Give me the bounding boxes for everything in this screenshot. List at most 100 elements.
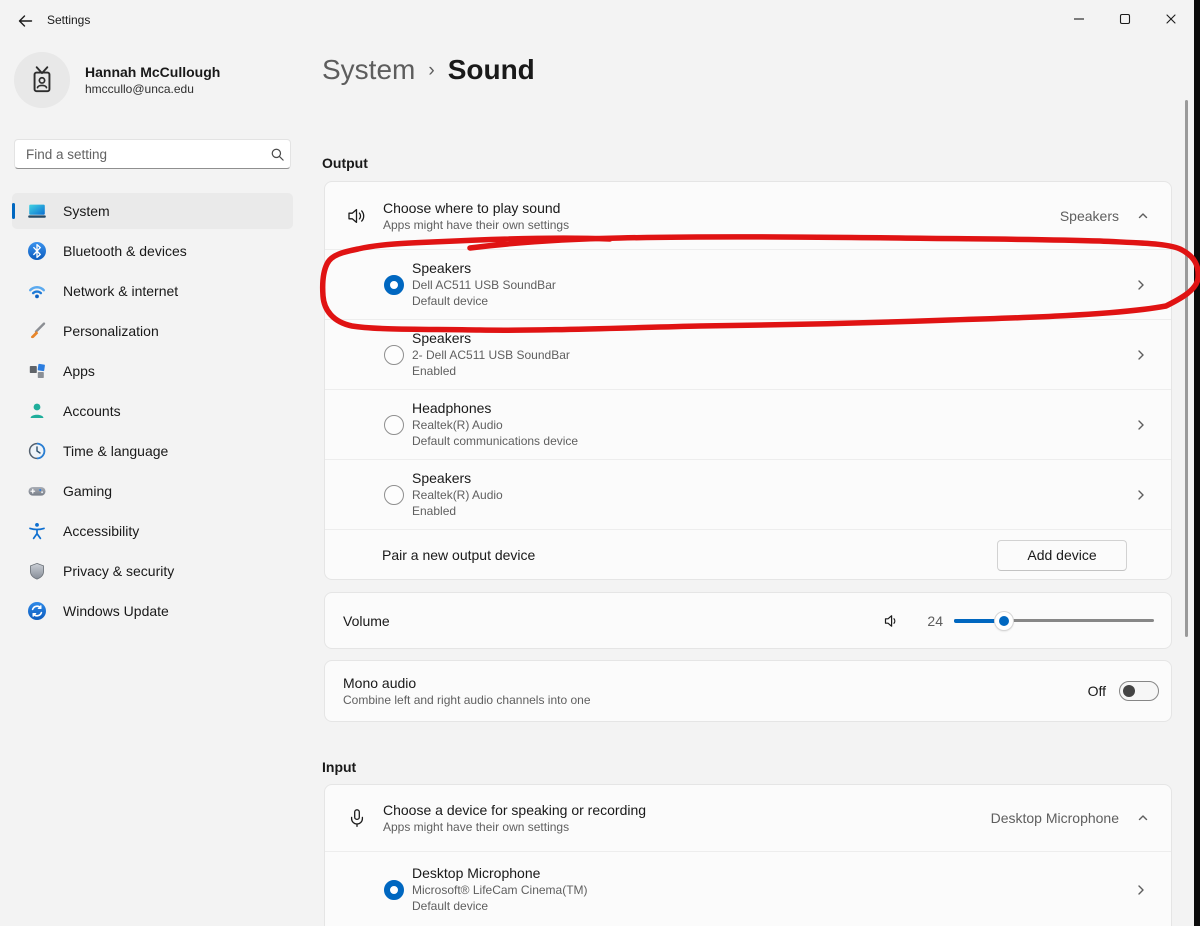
- output-device-row-speakers-realtek[interactable]: Speakers Realtek(R) Audio Enabled: [325, 459, 1171, 529]
- chevron-right-icon: [1133, 882, 1149, 898]
- device-text: Speakers Realtek(R) Audio Enabled: [412, 470, 1133, 519]
- sidebar-item-time-language[interactable]: Time & language: [12, 433, 293, 469]
- device-name: Speakers: [412, 260, 1133, 277]
- device-status: Enabled: [412, 363, 1133, 379]
- back-button[interactable]: [10, 7, 40, 35]
- chevron-up-icon[interactable]: [1135, 208, 1151, 224]
- sidebar-item-label: Personalization: [63, 323, 159, 339]
- user-name: Hannah McCullough: [85, 63, 220, 81]
- radio-unselected[interactable]: [384, 415, 404, 435]
- breadcrumb-system[interactable]: System: [322, 54, 415, 86]
- volume-speaker-icon[interactable]: [883, 612, 901, 630]
- close-button[interactable]: [1148, 0, 1194, 38]
- input-chooser-text: Choose a device for speaking or recordin…: [383, 801, 991, 835]
- settings-window: Settings Hannah: [0, 0, 1200, 926]
- radio-unselected[interactable]: [384, 485, 404, 505]
- sidebar-item-privacy-security[interactable]: Privacy & security: [12, 553, 293, 589]
- volume-slider[interactable]: [954, 612, 1154, 630]
- sidebar-item-label: Windows Update: [63, 603, 169, 619]
- mono-audio-toggle[interactable]: [1119, 681, 1159, 701]
- device-text: Speakers Dell AC511 USB SoundBar Default…: [412, 260, 1133, 309]
- titlebar: Settings: [0, 0, 1200, 42]
- device-detail: 2- Dell AC511 USB SoundBar: [412, 347, 1133, 363]
- device-name: Headphones: [412, 400, 1133, 417]
- close-icon: [1163, 11, 1179, 27]
- chevron-up-icon[interactable]: [1135, 810, 1151, 826]
- window-title: Settings: [47, 13, 90, 27]
- input-chooser-row[interactable]: Choose a device for speaking or recordin…: [325, 785, 1171, 851]
- device-text: Speakers 2- Dell AC511 USB SoundBar Enab…: [412, 330, 1133, 379]
- device-name: Speakers: [412, 470, 1133, 487]
- system-icon: [27, 201, 47, 221]
- device-status: Default device: [412, 898, 1133, 914]
- sidebar-item-accounts[interactable]: Accounts: [12, 393, 293, 429]
- volume-value: 24: [919, 613, 943, 629]
- output-section-label: Output: [322, 155, 368, 171]
- shield-icon: [27, 561, 47, 581]
- avatar: [14, 52, 70, 108]
- sidebar-item-apps[interactable]: Apps: [12, 353, 293, 389]
- chevron-right-icon: [1133, 277, 1149, 293]
- page-title: Sound: [448, 54, 535, 86]
- input-section-label: Input: [322, 759, 356, 775]
- sidebar-item-label: Network & internet: [63, 283, 178, 299]
- search-input[interactable]: [15, 147, 264, 162]
- bluetooth-icon: [27, 241, 47, 261]
- user-profile[interactable]: Hannah McCullough hmccullo@unca.edu: [14, 52, 220, 108]
- sidebar-nav: System Bluetooth & devices Network & int…: [12, 193, 293, 633]
- gamepad-icon: [27, 481, 47, 501]
- accessibility-icon: [27, 521, 47, 541]
- input-device-row-desktop-microphone[interactable]: Desktop Microphone Microsoft® LifeCam Ci…: [325, 851, 1171, 926]
- device-name: Desktop Microphone: [412, 865, 1133, 882]
- output-chooser-text: Choose where to play sound Apps might ha…: [383, 199, 1060, 233]
- breadcrumb: System › Sound: [322, 54, 535, 86]
- sidebar-item-personalization[interactable]: Personalization: [12, 313, 293, 349]
- breadcrumb-separator-icon: ›: [428, 60, 434, 82]
- device-status: Enabled: [412, 503, 1133, 519]
- main-content: System › Sound Output Choose where to pl…: [322, 42, 1178, 926]
- clock-icon: [27, 441, 47, 461]
- vertical-scrollbar[interactable]: [1185, 100, 1188, 637]
- radio-selected[interactable]: [384, 275, 404, 295]
- input-selected-value: Desktop Microphone: [991, 810, 1119, 826]
- device-detail: Microsoft® LifeCam Cinema(TM): [412, 882, 1133, 898]
- toggle-knob: [1123, 685, 1135, 697]
- output-card: Choose where to play sound Apps might ha…: [324, 181, 1172, 580]
- mono-toggle-state: Off: [1088, 683, 1106, 699]
- sidebar-item-system[interactable]: System: [12, 193, 293, 229]
- device-detail: Realtek(R) Audio: [412, 417, 1133, 433]
- sidebar-item-network-internet[interactable]: Network & internet: [12, 273, 293, 309]
- sidebar-item-bluetooth-devices[interactable]: Bluetooth & devices: [12, 233, 293, 269]
- input-card: Choose a device for speaking or recordin…: [324, 784, 1172, 926]
- maximize-button[interactable]: [1102, 0, 1148, 38]
- sidebar-item-label: Accounts: [63, 403, 121, 419]
- chevron-right-icon: [1133, 487, 1149, 503]
- radio-selected[interactable]: [384, 880, 404, 900]
- output-device-row-headphones[interactable]: Headphones Realtek(R) Audio Default comm…: [325, 389, 1171, 459]
- search-icon[interactable]: [264, 147, 290, 162]
- sidebar-item-label: System: [63, 203, 110, 219]
- device-text: Desktop Microphone Microsoft® LifeCam Ci…: [412, 865, 1133, 914]
- radio-unselected[interactable]: [384, 345, 404, 365]
- output-device-row-speakers-dell[interactable]: Speakers Dell AC511 USB SoundBar Default…: [325, 249, 1171, 319]
- slider-thumb[interactable]: [995, 612, 1013, 630]
- mono-audio-subtitle: Combine left and right audio channels in…: [343, 692, 1088, 708]
- mono-audio-title: Mono audio: [343, 674, 1088, 692]
- output-chooser-subtitle: Apps might have their own settings: [383, 217, 1060, 233]
- user-text: Hannah McCullough hmccullo@unca.edu: [85, 63, 220, 97]
- output-selected-value: Speakers: [1060, 208, 1119, 224]
- input-chooser-title: Choose a device for speaking or recordin…: [383, 801, 991, 819]
- minimize-icon: [1071, 11, 1087, 27]
- output-device-row-speakers-dell-2[interactable]: Speakers 2- Dell AC511 USB SoundBar Enab…: [325, 319, 1171, 389]
- pair-device-label: Pair a new output device: [382, 547, 535, 563]
- minimize-button[interactable]: [1056, 0, 1102, 38]
- sidebar-item-gaming[interactable]: Gaming: [12, 473, 293, 509]
- output-chooser-row[interactable]: Choose where to play sound Apps might ha…: [325, 182, 1171, 249]
- add-device-button[interactable]: Add device: [997, 540, 1127, 571]
- device-detail: Realtek(R) Audio: [412, 487, 1133, 503]
- sidebar-item-label: Gaming: [63, 483, 112, 499]
- device-status: Default communications device: [412, 433, 1133, 449]
- sidebar-item-windows-update[interactable]: Windows Update: [12, 593, 293, 629]
- sidebar-item-accessibility[interactable]: Accessibility: [12, 513, 293, 549]
- maximize-icon: [1117, 11, 1133, 27]
